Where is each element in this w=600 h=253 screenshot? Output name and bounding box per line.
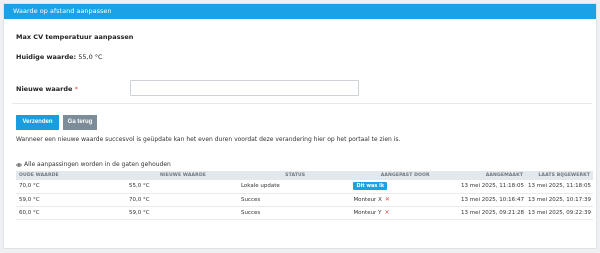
history-table: OUDE WAARDE NIEUWE WAARDE STATUS AANGEPA… <box>16 171 593 220</box>
col-old-value: OUDE WAARDE <box>16 171 128 180</box>
changed-by-name: Monteur Y <box>353 210 382 216</box>
panel-header: Waarde op afstand aanpassen <box>4 4 596 19</box>
col-changed-by: AANGEPAST DOOR <box>351 171 460 180</box>
status: Succes <box>238 193 352 207</box>
history-note: Alle aanpassingen worden in de gaten geh… <box>16 161 171 168</box>
status: Succes <box>238 206 352 220</box>
created-at: 13 mei 2025, 11:18:05 <box>459 180 526 194</box>
changed-by: Monteur X ✕ <box>351 193 460 207</box>
old-value: 70,0 °C <box>16 180 128 194</box>
table-row: 70,0 °C 55,0 °C Lokale update Dit was ik… <box>16 180 593 194</box>
updated-at: 13 mei 2025, 11:18:05 <box>525 180 593 194</box>
old-value: 60,0 °C <box>16 206 128 220</box>
col-new-value: NIEUWE WAARDE <box>127 171 239 180</box>
table-row: 60,0 °C 59,0 °C Succes Monteur Y ✕ 13 mei… <box>16 206 593 220</box>
updated-at: 13 mei 2025, 10:17:39 <box>525 193 593 207</box>
created-at: 13 mei 2025, 10:16:47 <box>459 193 526 207</box>
new-value: 59,0 °C <box>127 206 239 220</box>
close-icon[interactable]: ✕ <box>385 196 390 203</box>
current-value-label: Huidige waarde: <box>16 53 77 61</box>
new-value: 55,0 °C <box>127 180 239 194</box>
current-value-row: Huidige waarde: 55,0 °C <box>16 53 103 61</box>
history-header-row: OUDE WAARDE NIEUWE WAARDE STATUS AANGEPA… <box>16 171 593 180</box>
history-note-text: Alle aanpassingen worden in de gaten geh… <box>24 161 171 168</box>
current-value: 55,0 °C <box>78 53 103 61</box>
changed-by-name: Monteur X <box>353 197 382 203</box>
eye-icon <box>16 162 22 167</box>
col-status: STATUS <box>238 171 352 180</box>
back-button[interactable]: Ga terug <box>63 115 97 130</box>
edit-value-panel: Waarde op afstand aanpassen Max CV tempe… <box>3 3 597 249</box>
col-created: AANGEMAAKT <box>459 171 526 180</box>
changed-by: Monteur Y ✕ <box>351 206 460 220</box>
old-value: 59,0 °C <box>16 193 128 207</box>
col-updated: LAATS BIJGEWERKT <box>525 171 593 180</box>
new-value: 70,0 °C <box>127 193 239 207</box>
close-icon[interactable]: ✕ <box>384 209 389 216</box>
divider <box>12 103 592 104</box>
new-value-label: Nieuwe waarde * <box>16 85 78 93</box>
form-title: Max CV temperatuur aanpassen <box>16 33 134 41</box>
table-row: 59,0 °C 70,0 °C Succes Monteur X ✕ 13 mei… <box>16 193 593 207</box>
created-at: 13 mei 2025, 09:21:28 <box>459 206 526 220</box>
status: Lokale update <box>238 180 352 194</box>
submit-button[interactable]: Verzenden <box>16 115 59 130</box>
required-mark: * <box>74 85 78 93</box>
new-value-label-text: Nieuwe waarde <box>16 85 73 93</box>
changed-by: Dit was ik <box>351 180 460 194</box>
changed-by-badge: Dit was ik <box>353 182 388 191</box>
new-value-input[interactable] <box>130 80 359 96</box>
update-note: Wanneer een nieuwe waarde succesvol is g… <box>16 136 401 143</box>
updated-at: 13 mei 2025, 09:22:39 <box>525 206 593 220</box>
